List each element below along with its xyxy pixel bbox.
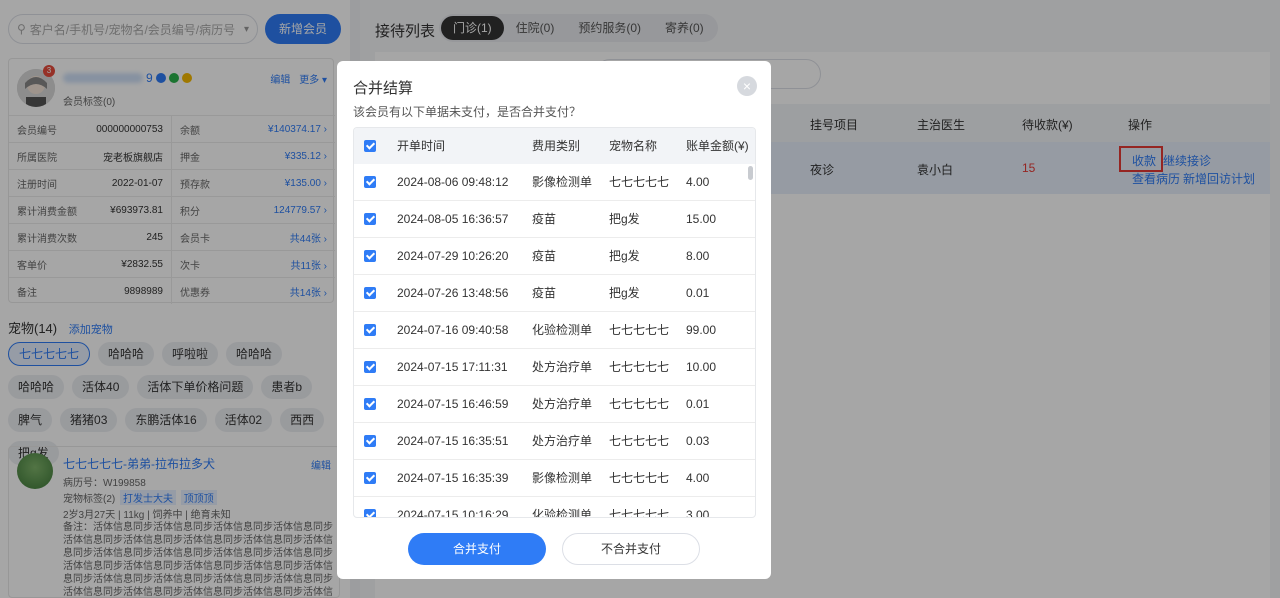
- row-time: 2024-07-16 09:40:58: [397, 323, 509, 337]
- row-pet: 把g发: [609, 286, 640, 300]
- col-amount: 账单金额(¥): [686, 139, 749, 153]
- col-category: 费用类别: [532, 139, 581, 153]
- row-pet: 七七七七七: [609, 360, 670, 374]
- row-checkbox[interactable]: [364, 275, 376, 311]
- row-category: 处方治疗单: [532, 434, 593, 448]
- row-category: 影像检测单: [532, 175, 593, 189]
- row-checkbox[interactable]: [364, 460, 376, 496]
- row-time: 2024-07-15 10:16:29: [397, 508, 509, 518]
- table-row[interactable]: 2024-07-26 13:48:56 疫苗 把g发 0.01: [354, 275, 755, 312]
- merge-pay-button[interactable]: 合并支付: [408, 533, 546, 565]
- table-row[interactable]: 2024-07-15 16:35:39 影像检测单 七七七七七 4.00: [354, 460, 755, 497]
- table-row[interactable]: 2024-08-05 16:36:57 疫苗 把g发 15.00: [354, 201, 755, 238]
- row-amount: 8.00: [686, 249, 710, 263]
- select-all-checkbox[interactable]: [364, 128, 376, 164]
- merge-settlement-modal: 合并结算 该会员有以下单据未支付，是否合并支付？ × 开单时间 费用类别 宠物名…: [337, 61, 771, 579]
- row-pet: 七七七七七: [609, 397, 670, 411]
- row-category: 处方治疗单: [532, 397, 593, 411]
- row-category: 疫苗: [532, 249, 557, 263]
- row-checkbox[interactable]: [364, 238, 376, 274]
- col-pet: 宠物名称: [609, 139, 658, 153]
- row-amount: 4.00: [686, 471, 710, 485]
- row-pet: 七七七七七: [609, 434, 670, 448]
- row-checkbox[interactable]: [364, 312, 376, 348]
- row-category: 疫苗: [532, 286, 557, 300]
- row-checkbox[interactable]: [364, 497, 376, 517]
- col-time: 开单时间: [397, 139, 446, 153]
- row-checkbox[interactable]: [364, 201, 376, 237]
- row-checkbox[interactable]: [364, 164, 376, 200]
- close-icon[interactable]: ×: [737, 76, 757, 96]
- row-amount: 0.01: [686, 397, 710, 411]
- row-checkbox[interactable]: [364, 386, 376, 422]
- row-time: 2024-07-15 16:35:51: [397, 434, 509, 448]
- row-amount: 0.01: [686, 286, 710, 300]
- table-row[interactable]: 2024-07-29 10:26:20 疫苗 把g发 8.00: [354, 238, 755, 275]
- row-amount: 3.00: [686, 508, 710, 518]
- row-pet: 七七七七七: [609, 175, 670, 189]
- table-row[interactable]: 2024-07-15 10:16:29 化验检测单 七七七七七 3.00: [354, 497, 755, 518]
- unpaid-bills-header: 开单时间 费用类别 宠物名称 账单金额(¥): [354, 128, 755, 164]
- no-merge-pay-button[interactable]: 不合并支付: [562, 533, 700, 565]
- scrollbar[interactable]: [748, 166, 753, 180]
- row-category: 化验检测单: [532, 508, 593, 518]
- row-checkbox[interactable]: [364, 423, 376, 459]
- unpaid-bills-rows: 2024-08-06 09:48:12 影像检测单 七七七七七 4.00 2024-08…: [354, 164, 755, 518]
- row-amount: 10.00: [686, 360, 717, 374]
- row-time: 2024-07-15 16:35:39: [397, 471, 509, 485]
- row-time: 2024-07-15 16:46:59: [397, 397, 509, 411]
- row-pet: 七七七七七: [609, 508, 670, 518]
- row-time: 2024-08-05 16:36:57: [397, 212, 509, 226]
- row-pet: 把g发: [609, 212, 640, 226]
- row-amount: 99.00: [686, 323, 717, 337]
- unpaid-bills-table: 开单时间 费用类别 宠物名称 账单金额(¥) 2024-08-06 09:48:…: [353, 127, 756, 518]
- row-category: 化验检测单: [532, 323, 593, 337]
- table-row[interactable]: 2024-07-15 16:35:51 处方治疗单 七七七七七 0.03: [354, 423, 755, 460]
- modal-subtitle: 该会员有以下单据未支付，是否合并支付？: [353, 105, 582, 119]
- row-amount: 0.03: [686, 434, 710, 448]
- table-row[interactable]: 2024-07-15 16:46:59 处方治疗单 七七七七七 0.01: [354, 386, 755, 423]
- row-pet: 七七七七七: [609, 471, 670, 485]
- row-category: 处方治疗单: [532, 360, 593, 374]
- row-pet: 把g发: [609, 249, 640, 263]
- row-pet: 七七七七七: [609, 323, 670, 337]
- row-time: 2024-07-26 13:48:56: [397, 286, 509, 300]
- row-category: 疫苗: [532, 212, 557, 226]
- row-time: 2024-07-15 17:11:31: [397, 360, 508, 374]
- table-row[interactable]: 2024-07-15 17:11:31 处方治疗单 七七七七七 10.00: [354, 349, 755, 386]
- row-category: 影像检测单: [532, 471, 593, 485]
- modal-title: 合并结算: [353, 80, 414, 97]
- row-time: 2024-07-29 10:26:20: [397, 249, 509, 263]
- table-row[interactable]: 2024-07-16 09:40:58 化验检测单 七七七七七 99.00: [354, 312, 755, 349]
- row-checkbox[interactable]: [364, 349, 376, 385]
- table-row[interactable]: 2024-08-06 09:48:12 影像检测单 七七七七七 4.00: [354, 164, 755, 201]
- row-time: 2024-08-06 09:48:12: [397, 175, 509, 189]
- row-amount: 15.00: [686, 212, 717, 226]
- row-amount: 4.00: [686, 175, 710, 189]
